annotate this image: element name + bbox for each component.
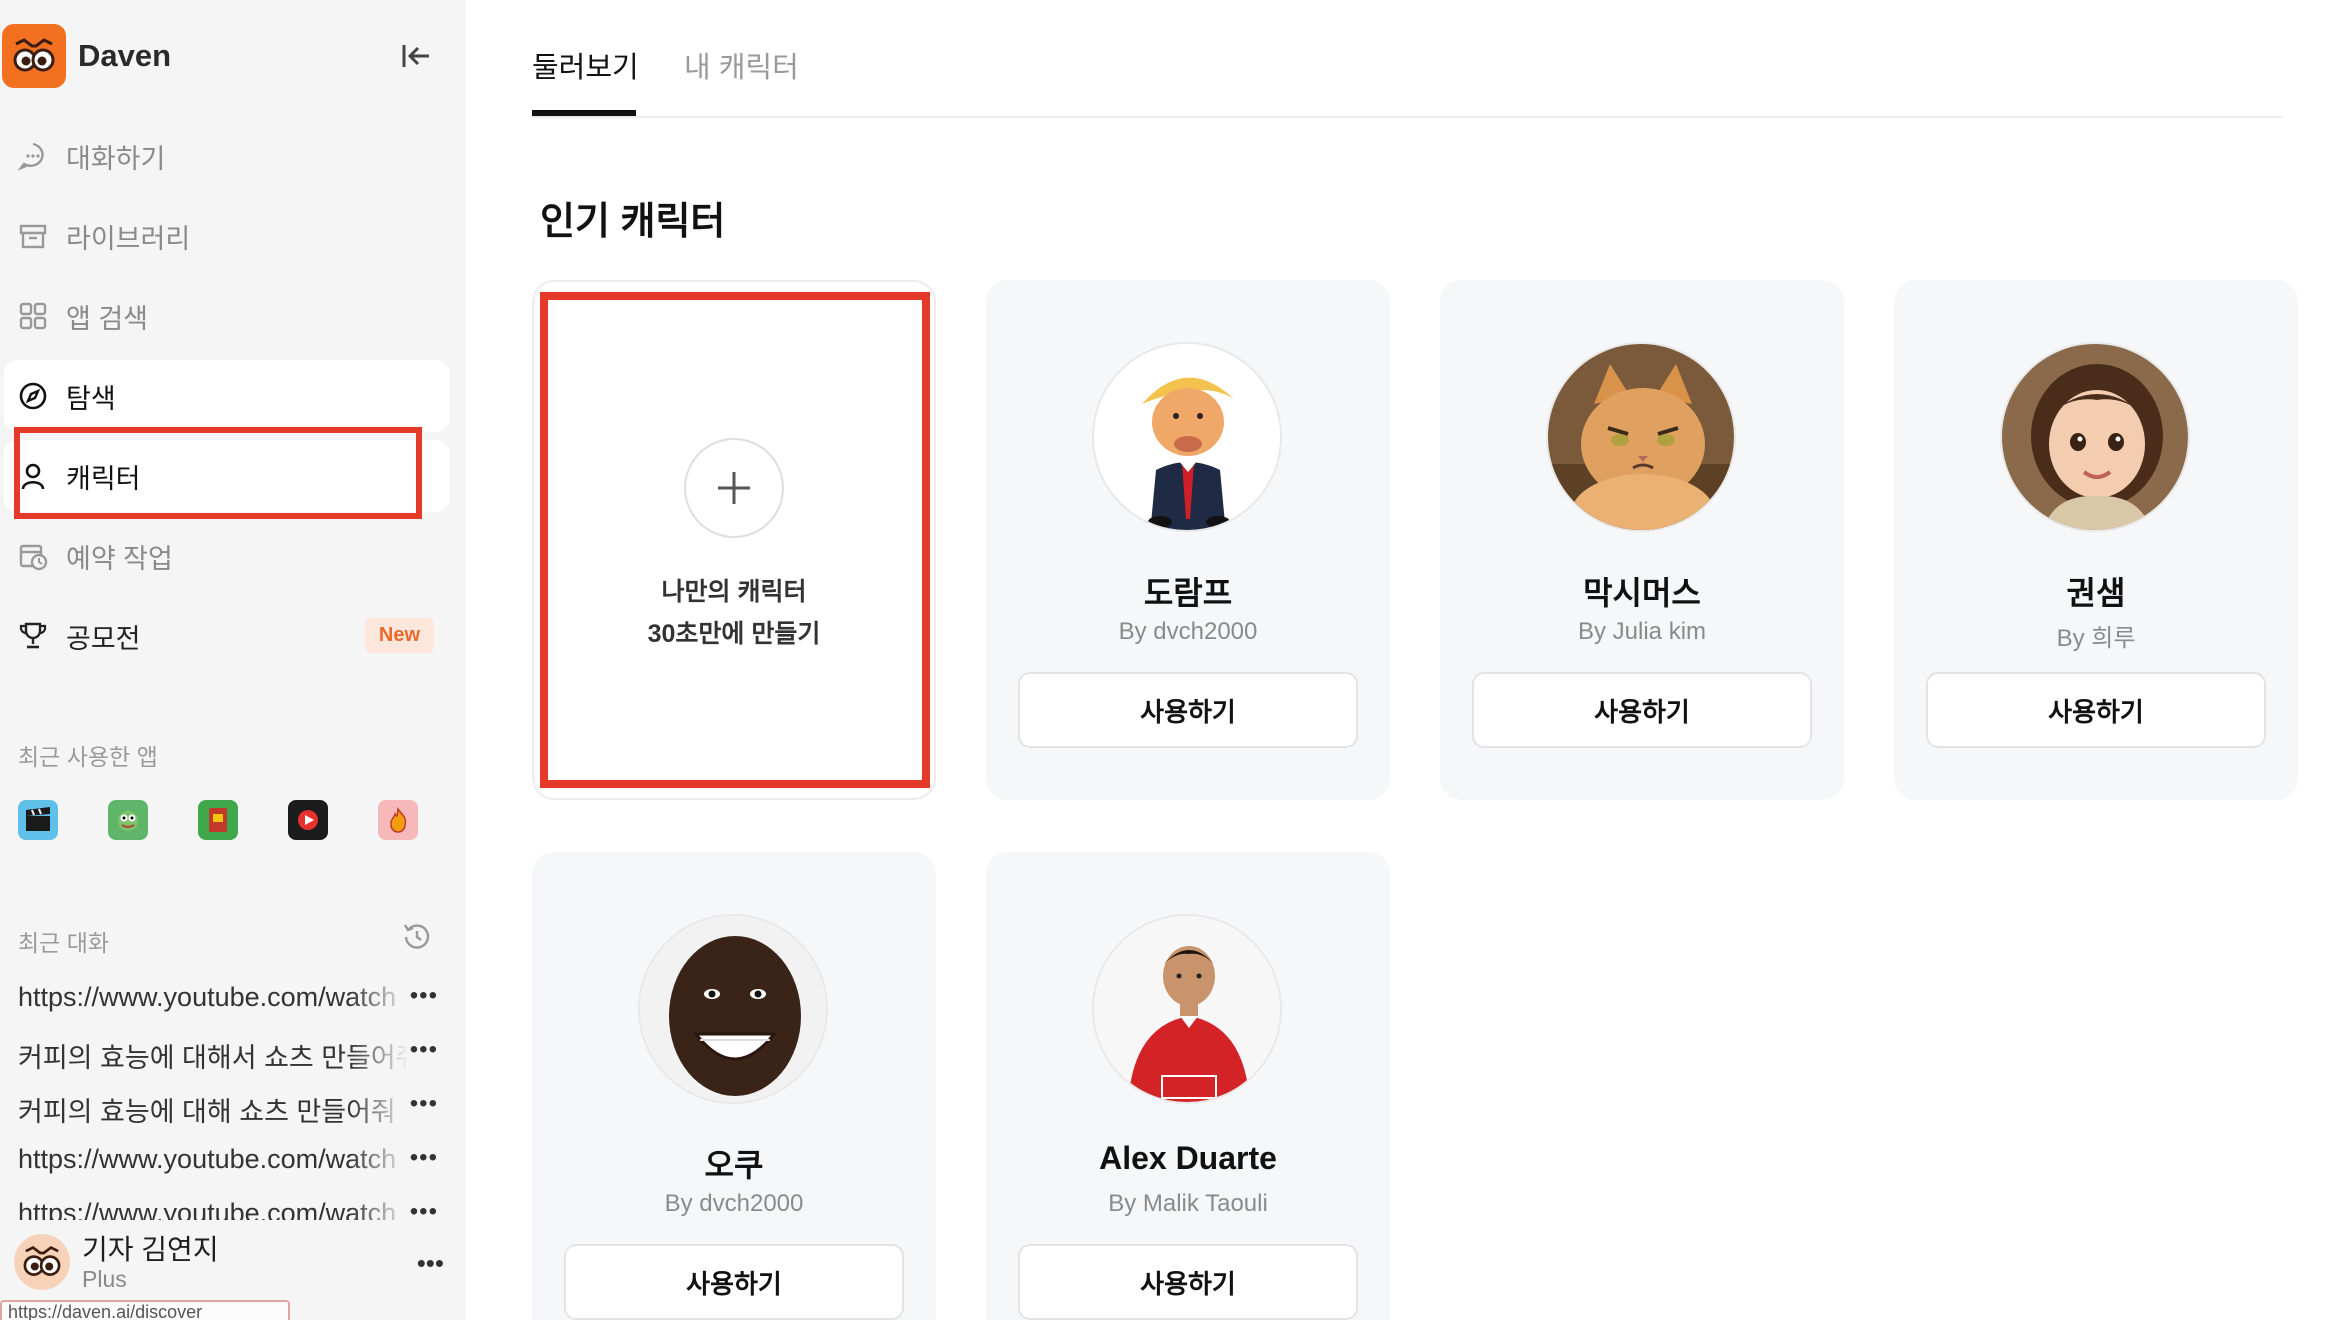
tab-browse[interactable]: 둘러보기 [532,44,639,86]
nav-item-label: 예약 작업 [66,543,173,574]
archive-box-icon [16,219,50,253]
recent-chat-item[interactable]: https://www.youtube.com/watch ••• [18,1144,438,1184]
character-card: 오쿠 By dvch2000 사용하기 [532,852,936,1320]
new-badge: New [364,618,434,653]
more-options-icon[interactable]: ••• [410,1198,438,1220]
nav-item-contest[interactable]: 공모전 New [4,600,450,672]
user-name: 기자 김연지 [82,1234,219,1265]
video-play-app-icon[interactable] [288,800,328,840]
character-name: 권샘 [2066,575,2126,611]
nav-item-label: 대화하기 [66,143,166,174]
more-options-icon[interactable]: ••• [410,982,438,1010]
nav-item-label: 탐색 [66,383,116,414]
character-avatar [1092,914,1282,1104]
character-author: By Julia kim [1577,618,1707,645]
collapse-sidebar-icon[interactable] [396,36,436,76]
use-button[interactable]: 사용하기 [1018,672,1358,748]
book-app-icon[interactable] [198,800,238,840]
recent-chat-item[interactable]: 커피의 효능에 대해서 쇼츠 만들어줘 ••• [18,1036,438,1076]
fire-app-icon[interactable] [378,800,418,840]
active-tab-indicator [532,110,636,116]
avatar [14,1234,70,1290]
compass-icon [16,379,50,413]
nav-item-chat[interactable]: 대화하기 [4,120,450,192]
brand-name: Daven [78,38,172,73]
character-author: By dvch2000 [664,1190,804,1217]
tab-bar: 둘러보기 내 캐릭터 [532,0,2282,118]
more-options-icon[interactable]: ••• [410,1036,438,1064]
nav-item-label: 라이브러리 [66,223,191,254]
history-icon[interactable] [400,920,438,958]
status-url-tooltip: https://daven.ai/discover [0,1300,290,1320]
character-name: 오쿠 [704,1147,764,1183]
character-author: By dvch2000 [1118,618,1258,645]
character-name: Alex Duarte [1099,1140,1277,1176]
recent-chats-label: 최근 대화 [18,930,110,956]
nav-item-label: 앱 검색 [66,303,149,334]
nav-item-scheduled[interactable]: 예약 작업 [4,520,450,592]
trophy-icon [16,619,50,653]
highlight-box [14,427,422,519]
nav-item-library[interactable]: 라이브러리 [4,200,450,272]
nav-item-explore[interactable]: 탐색 [4,360,450,432]
grid-icon [16,299,50,333]
pepe-app-icon[interactable] [108,800,148,840]
brand[interactable]: Daven [2,24,171,88]
more-options-icon[interactable]: ••• [410,1144,438,1172]
recent-chat-item[interactable]: 커피의 효능에 대해 쇼츠 만들어줘 ••• [18,1090,438,1130]
recent-chat-item[interactable]: https://www.youtube.com/watch ••• [18,1198,438,1220]
section-title: 인기 캐릭터 [540,201,726,243]
use-button[interactable]: 사용하기 [564,1244,904,1320]
clapperboard-app-icon[interactable] [18,800,58,840]
character-avatar [1546,342,1736,532]
recent-apps-label: 최근 사용한 앱 [18,744,158,770]
character-card: 도람프 By dvch2000 사용하기 [986,280,1390,800]
tab-my-characters[interactable]: 내 캐릭터 [684,44,799,86]
owl-face-icon [2,24,66,88]
character-name: 도람프 [1143,575,1233,611]
sidebar: Daven 대화하기 라이브러리 앱 검색 탐색 캐릭터 예약 작업 공모전 N… [0,0,466,1320]
character-author: By 희루 [2056,625,2136,652]
character-author: By Malik Taouli [1108,1190,1268,1217]
character-name: 막시머스 [1583,575,1701,611]
nav-item-label: 공모전 [66,623,141,654]
more-options-icon[interactable]: ••• [417,1248,444,1279]
character-card: 막시머스 By Julia kim 사용하기 [1440,280,1844,800]
highlight-box [540,292,930,788]
use-button[interactable]: 사용하기 [1018,1244,1358,1320]
recent-chat-item[interactable]: https://www.youtube.com/watch ••• [18,982,438,1022]
chat-bubble-icon [16,139,50,173]
more-options-icon[interactable]: ••• [410,1090,438,1118]
character-avatar [2000,342,2190,532]
user-plan: Plus [82,1266,127,1292]
character-avatar [638,914,828,1104]
character-card: 권샘 By 희루 사용하기 [1894,280,2298,800]
use-button[interactable]: 사용하기 [1472,672,1812,748]
recent-apps [18,800,418,840]
character-card: Alex Duarte By Malik Taouli 사용하기 [986,852,1390,1320]
use-button[interactable]: 사용하기 [1926,672,2266,748]
calendar-clock-icon [16,539,50,573]
character-avatar [1092,342,1282,532]
nav-item-app-search[interactable]: 앱 검색 [4,280,450,352]
user-profile[interactable]: 기자 김연지 Plus ••• [14,1228,444,1300]
